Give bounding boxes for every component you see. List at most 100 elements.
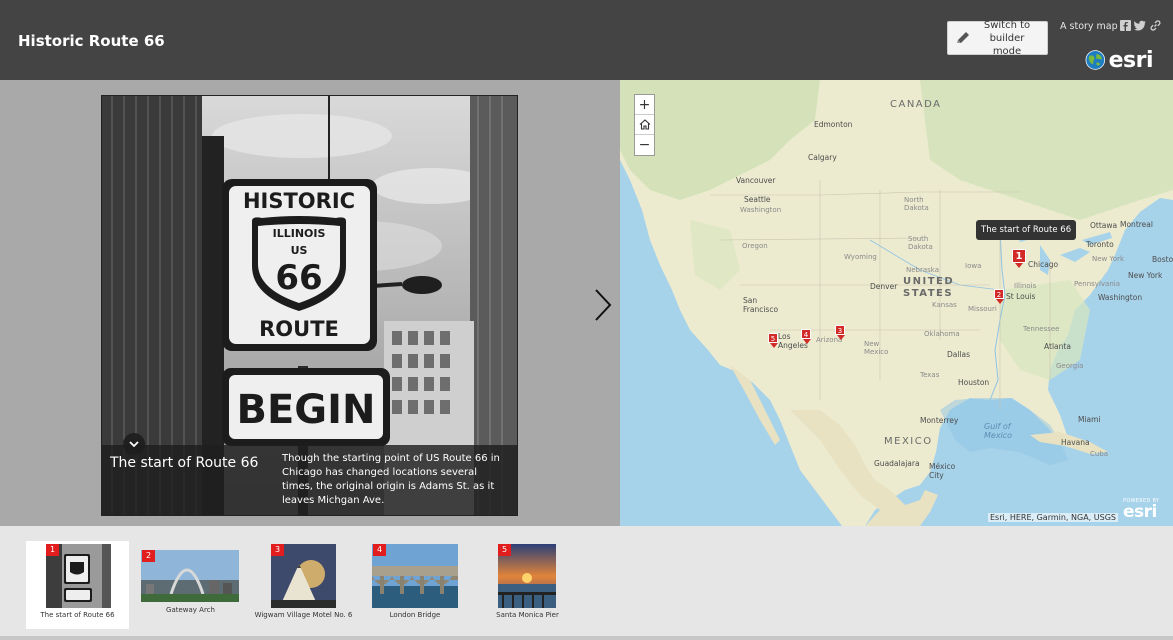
- story-map-label: A story map: [1060, 21, 1118, 32]
- map-label-dallas: Dallas: [947, 350, 971, 359]
- thumbnail-2[interactable]: 2 Gateway Arch: [141, 541, 240, 629]
- map-label-guadalajara: Guadalajara: [874, 459, 920, 468]
- map-label-st-louis: St Louis: [1006, 292, 1036, 301]
- caption-title: The start of Route 66: [110, 455, 259, 471]
- sign-text-66: 66: [275, 258, 322, 298]
- map-label-illinois: Illinois: [1014, 282, 1037, 290]
- home-icon: [639, 119, 650, 130]
- next-arrow-icon[interactable]: [592, 288, 614, 322]
- switch-to-builder-label: Switch to builder mode: [983, 19, 1031, 57]
- thumbnail-5[interactable]: 5 Santa Monica Pier: [493, 541, 562, 629]
- map-label-wyoming: Wyoming: [844, 253, 877, 261]
- map-attribution: Esri, HERE, Garmin, NGA, USGS: [988, 513, 1118, 522]
- link-icon[interactable]: [1150, 20, 1161, 31]
- twitter-icon[interactable]: [1134, 20, 1146, 31]
- map-pin-number: 3: [835, 325, 845, 335]
- map-label-iowa: Iowa: [965, 262, 982, 270]
- map-label-boston: Boston: [1152, 255, 1173, 264]
- map-pin-5[interactable]: 5: [768, 333, 780, 348]
- page-title: Historic Route 66: [18, 32, 165, 50]
- caption-panel: The start of Route 66 Though the startin…: [102, 445, 517, 515]
- map-label-new-york-state: New York: [1092, 255, 1125, 263]
- map-label-montreal: Montreal: [1120, 220, 1153, 229]
- map-pin-1[interactable]: 1: [1012, 249, 1028, 268]
- route-66-sign-photo: HISTORIC ILLINOIS US 66 ROUTE BEGIN The …: [101, 95, 518, 516]
- thumbnail-label: London Bridge: [389, 611, 441, 619]
- map-label-south-dakota: South Dakota: [908, 235, 933, 251]
- zoom-in-button[interactable]: +: [635, 95, 654, 115]
- map-panel[interactable]: CANADA UNITED STATES MEXICO Edmonton Cal…: [620, 80, 1173, 526]
- zoom-out-button[interactable]: −: [635, 135, 654, 155]
- thumbnail-number-badge: 5: [498, 544, 511, 556]
- map-pin-number: 1: [1012, 249, 1026, 263]
- switch-to-builder-button[interactable]: Switch to builder mode: [947, 19, 1048, 57]
- map-pin-tail: [803, 339, 811, 344]
- sign-text-route: ROUTE: [259, 317, 339, 341]
- sign-text-illinois: ILLINOIS: [273, 227, 326, 240]
- map-label-chicago: Chicago: [1028, 260, 1059, 269]
- map-label-cuba: Cuba: [1090, 450, 1109, 458]
- map-pin-tail: [996, 299, 1004, 304]
- chevron-down-icon: [129, 440, 139, 447]
- map-label-denver: Denver: [870, 282, 898, 291]
- thumbnail-number-badge: 1: [46, 544, 59, 556]
- map-label-north-dakota: North Dakota: [904, 196, 929, 212]
- map-label-missouri: Missouri: [968, 305, 997, 313]
- thumbnail-1[interactable]: 1 The start of Route 66: [26, 541, 129, 629]
- map-pin-tail: [770, 343, 778, 348]
- map-label-mexico-city: México City: [929, 462, 956, 480]
- thumbnail-number-badge: 4: [373, 544, 386, 556]
- map-label-edmonton: Edmonton: [814, 120, 853, 129]
- thumbnail-label: Gateway Arch: [166, 606, 215, 614]
- map-label-pennsylvania: Pennsylvania: [1074, 280, 1120, 288]
- map-label-washington-state: Washington: [740, 206, 782, 214]
- map-label-atlanta: Atlanta: [1044, 342, 1071, 351]
- media-panel: HISTORIC ILLINOIS US 66 ROUTE BEGIN The …: [0, 80, 620, 526]
- map-pin-number: 4: [801, 329, 811, 339]
- map-pin-tail: [837, 335, 845, 340]
- map-label-washington-dc: Washington: [1098, 293, 1143, 302]
- thumbnail-label: Wigwam Village Motel No. 6: [254, 611, 353, 619]
- map-label-san-francisco: San Francisco: [743, 296, 779, 314]
- thumbnail-3[interactable]: 3 Wigwam Village Motel No. 6: [252, 541, 355, 629]
- sign-text-historic: HISTORIC: [243, 189, 355, 213]
- thumbnail-image: [141, 550, 239, 602]
- thumbnail-label: The start of Route 66: [40, 611, 115, 619]
- thumbnail-number-badge: 3: [271, 544, 284, 556]
- map-label-nebraska: Nebraska: [906, 266, 940, 274]
- map-label-new-mexico: New Mexico: [864, 340, 889, 356]
- sign-text-begin: BEGIN: [236, 387, 375, 433]
- map-label-seattle: Seattle: [744, 195, 771, 204]
- map-label-mexico: MEXICO: [884, 436, 933, 447]
- thumbnail-carousel: 1 The start of Route 66 2 Gateway Arch 3…: [0, 526, 1173, 640]
- powered-esri-wordmark: esri: [1123, 502, 1157, 522]
- map-pin-tail: [1015, 263, 1023, 268]
- powered-by-esri-logo: POWERED BY esri: [1123, 498, 1159, 522]
- map-pin-number: 2: [994, 289, 1004, 299]
- app-header: Historic Route 66 Switch to builder mode…: [0, 0, 1173, 80]
- thumbnail-4[interactable]: 4 London Bridge: [371, 541, 459, 629]
- map-label-georgia: Georgia: [1056, 362, 1084, 370]
- map-pin-2[interactable]: 2: [994, 289, 1006, 304]
- thumbnail-number-badge: 2: [142, 550, 155, 562]
- map-label-new-york-city: New York: [1128, 271, 1163, 280]
- map-pin-4[interactable]: 4: [801, 329, 813, 344]
- map-label-gulf-of-mexico: Gulf of Mexico: [984, 422, 1013, 440]
- map-label-oklahoma: Oklahoma: [924, 330, 960, 338]
- facebook-icon[interactable]: [1120, 20, 1131, 31]
- map-pin-number: 5: [768, 333, 778, 343]
- map-label-vancouver: Vancouver: [736, 176, 776, 185]
- map-label-united-states: UNITED STATES: [903, 276, 955, 299]
- map-label-canada: CANADA: [890, 99, 942, 110]
- collapse-caption-button[interactable]: [123, 433, 145, 455]
- esri-logo[interactable]: esri: [1085, 47, 1154, 73]
- globe-icon: [1085, 50, 1106, 70]
- map-label-texas: Texas: [920, 371, 940, 379]
- sign-text-us: US: [291, 244, 308, 257]
- map-pin-3[interactable]: 3: [835, 325, 847, 340]
- home-button[interactable]: [635, 115, 654, 135]
- map-label-tennessee: Tennessee: [1023, 325, 1060, 333]
- map-label-kansas: Kansas: [932, 301, 957, 309]
- bottom-divider: [0, 636, 1173, 640]
- map-label-houston: Houston: [958, 378, 990, 387]
